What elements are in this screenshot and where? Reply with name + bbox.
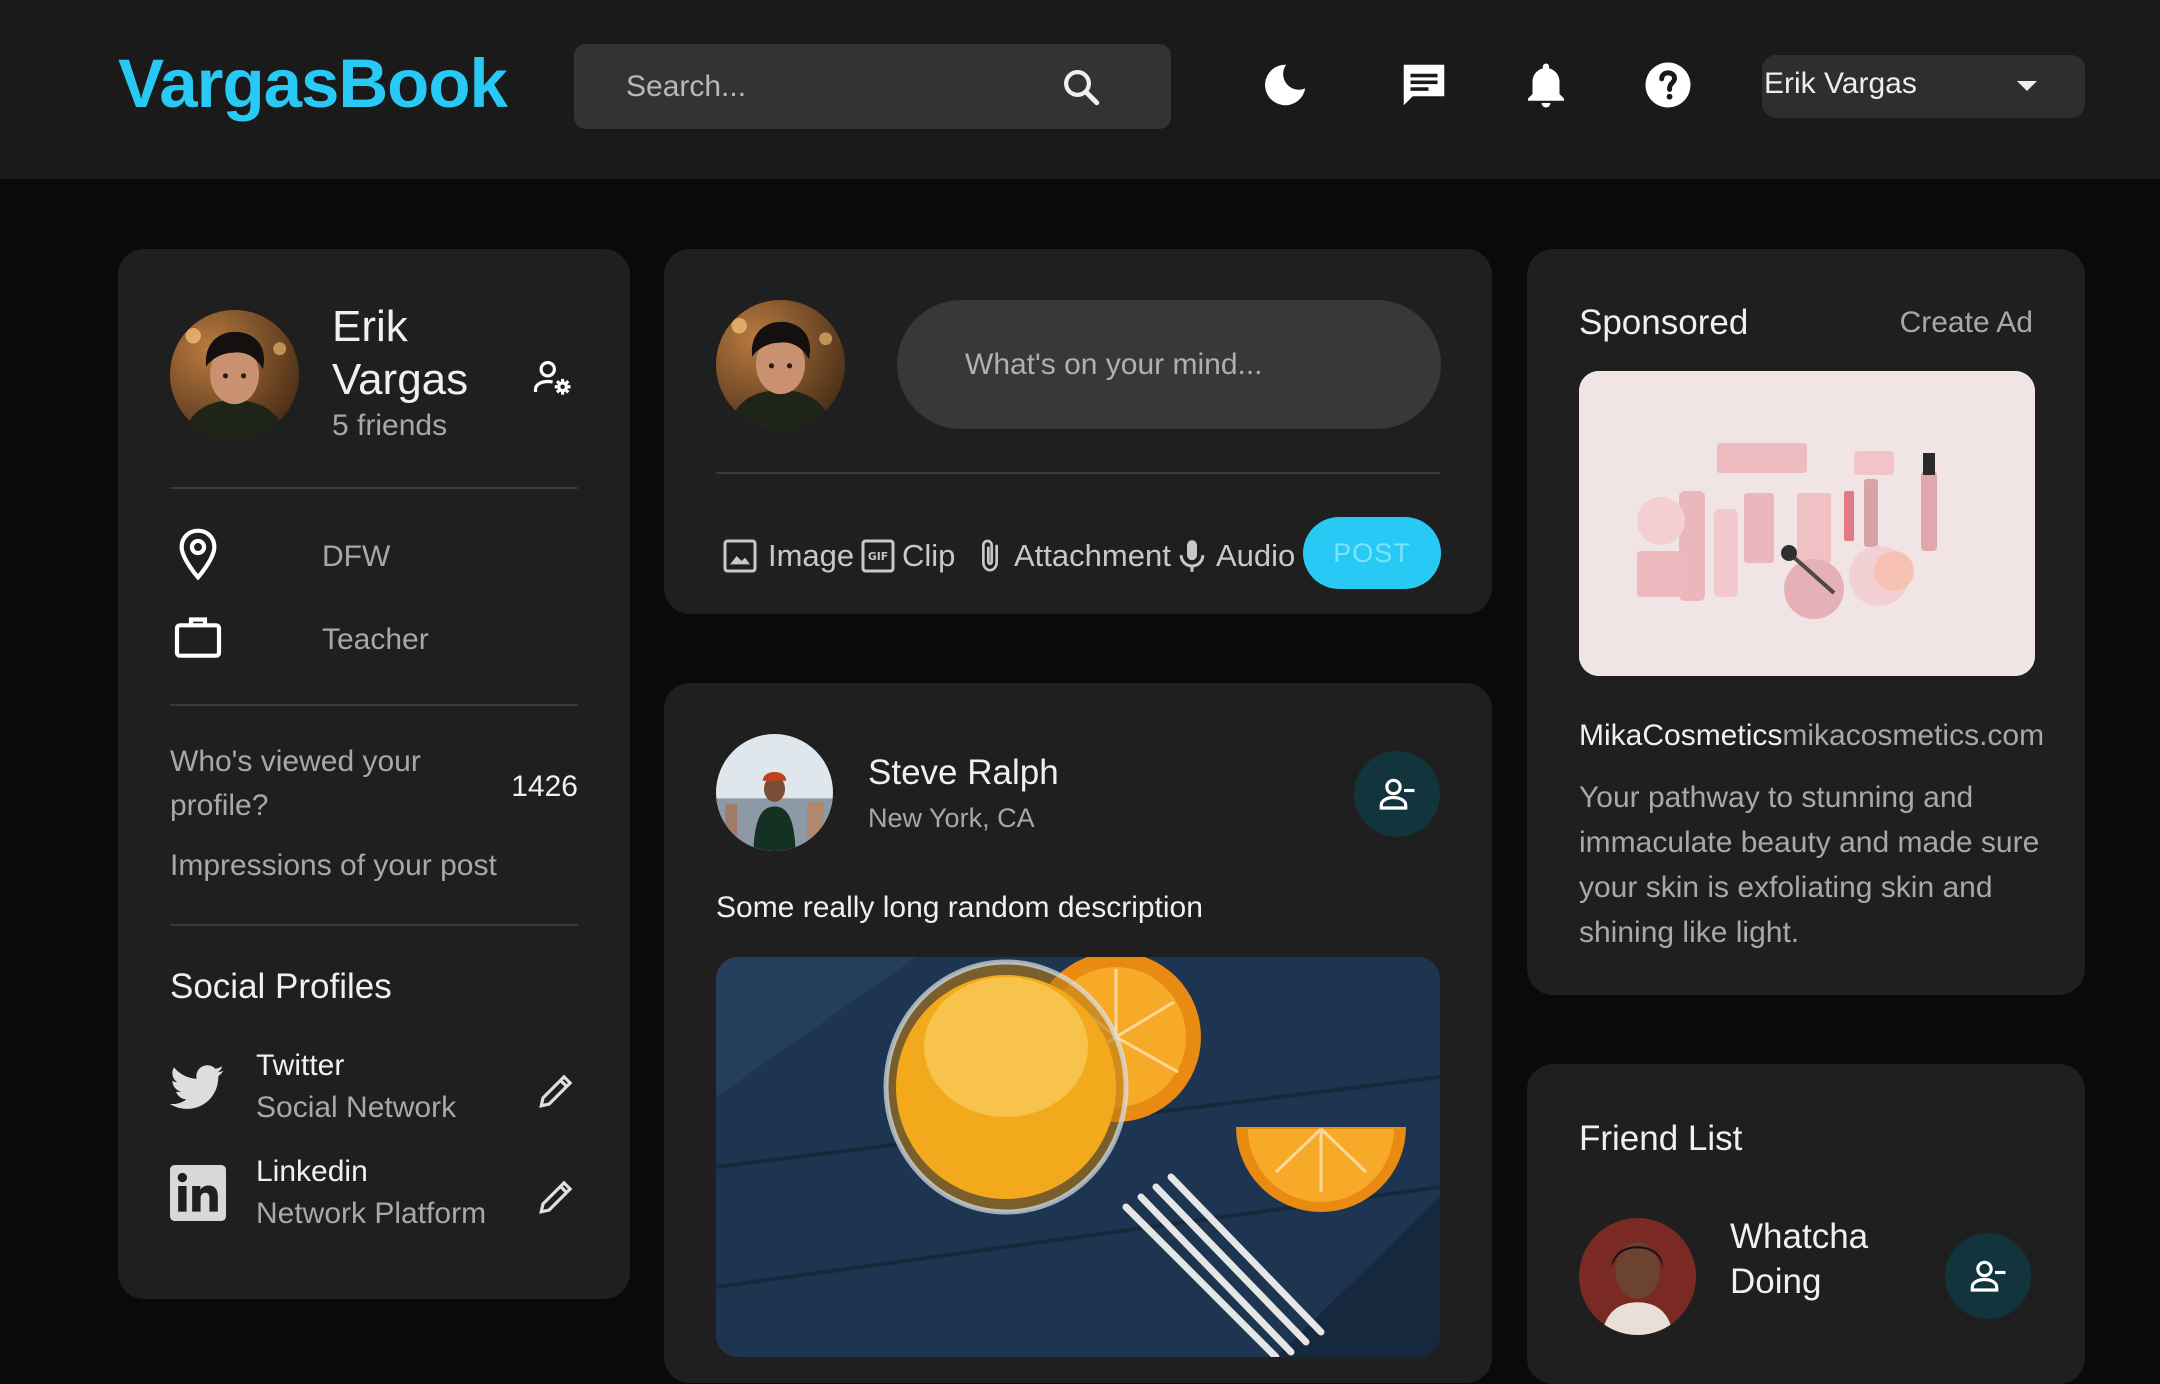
svg-text:GIF: GIF (868, 550, 888, 563)
profile-views-value: 1426 (511, 770, 578, 803)
location-pin-icon (179, 528, 217, 581)
profile-friends-count: 5 friends (332, 409, 448, 442)
profile-card: Erik Vargas 5 friends DFW Teacher Who's … (118, 249, 630, 1299)
top-navbar: VargasBook Erik Vargas (0, 0, 2160, 179)
remove-friend-button[interactable] (1354, 751, 1440, 837)
edit-pencil-icon[interactable] (536, 1175, 578, 1217)
ad-url-link[interactable]: mikacosmetics.com (1782, 719, 2044, 752)
image-icon (723, 539, 757, 573)
friend-list-card: Friend List Whatcha Doing (1527, 1064, 2085, 1384)
sponsored-card: Sponsored Create Ad MikaCosmeticsmikacos… (1527, 249, 2085, 995)
location-text: DFW (322, 540, 391, 573)
search-input[interactable] (626, 44, 1066, 129)
profile-avatar[interactable] (170, 310, 299, 439)
app-logo[interactable]: VargasBook (118, 44, 508, 123)
search-box (574, 44, 1171, 129)
gif-icon: GIF (861, 539, 895, 573)
post-author-name[interactable]: Steve Ralph (868, 753, 1059, 793)
edit-pencil-icon[interactable] (536, 1069, 578, 1111)
occupation-text: Teacher (322, 623, 429, 656)
social-name: Linkedin (256, 1155, 368, 1188)
tool-label: Attachment (1014, 538, 1171, 573)
tool-label: Clip (902, 538, 956, 573)
ad-image-cosmetics[interactable] (1579, 371, 2035, 676)
post-button[interactable]: POST (1303, 517, 1441, 589)
post-image-orange-juice[interactable] (716, 957, 1440, 1357)
moon-icon[interactable] (1258, 58, 1312, 112)
divider (716, 472, 1440, 474)
social-name: Twitter (256, 1049, 345, 1082)
linkedin-icon (170, 1165, 226, 1221)
compose-avatar[interactable] (716, 300, 845, 429)
post-author-location: New York, CA (868, 803, 1035, 833)
ad-brand: MikaCosmetics (1579, 719, 1783, 752)
profile-views-label: Who's viewed your profile? (170, 745, 421, 822)
social-profiles-title: Social Profiles (170, 967, 392, 1006)
message-icon[interactable] (1397, 58, 1451, 112)
tool-attachment[interactable]: Attachment (970, 532, 1171, 580)
post-author-avatar[interactable] (716, 734, 833, 851)
manage-account-icon[interactable] (532, 357, 574, 399)
social-profile-linkedin: Linkedin Network Platform (170, 1155, 578, 1245)
person-remove-icon (1379, 778, 1415, 810)
divider (170, 924, 578, 926)
user-menu-select[interactable]: Erik Vargas (1762, 55, 2085, 118)
friend-avatar[interactable] (1579, 1218, 1696, 1335)
user-menu-name: Erik Vargas (1764, 67, 1917, 100)
person-remove-icon (1970, 1260, 2006, 1292)
mic-icon (1179, 540, 1205, 572)
tool-label: Audio (1216, 538, 1296, 573)
sponsored-title: Sponsored (1579, 303, 1749, 342)
friend-name[interactable]: Whatcha Doing (1730, 1214, 1920, 1304)
post-impressions-label: Impressions of your post (170, 849, 497, 882)
post-card: Steve Ralph New York, CA Some really lon… (664, 683, 1492, 1383)
divider (170, 704, 578, 706)
social-type: Social Network (256, 1091, 457, 1124)
tool-image[interactable]: Image (720, 532, 854, 580)
remove-friend-button[interactable] (1945, 1233, 2031, 1319)
tool-clip[interactable]: GIF Clip (858, 532, 958, 580)
create-ad-link[interactable]: Create Ad (1900, 306, 2033, 340)
briefcase-icon (174, 617, 222, 658)
friend-list-title: Friend List (1579, 1119, 1743, 1158)
bell-icon[interactable] (1519, 58, 1573, 112)
help-icon[interactable] (1641, 58, 1695, 112)
caret-down-icon (2017, 81, 2037, 91)
social-profile-twitter: Twitter Social Network (170, 1049, 578, 1139)
tool-label: Image (768, 538, 855, 573)
divider (170, 487, 578, 489)
ad-brand-line: MikaCosmeticsmikacosmetics.com (1579, 719, 2044, 753)
social-type: Network Platform (256, 1197, 487, 1230)
ad-description: Your pathway to stunning and immaculate … (1579, 781, 2040, 949)
twitter-icon (170, 1065, 224, 1109)
compose-post-card: Image GIF Clip Attachment Audio POST (664, 249, 1492, 614)
tool-audio[interactable]: Audio (1172, 532, 1300, 580)
search-icon[interactable] (1060, 66, 1102, 108)
profile-name[interactable]: Erik Vargas (332, 300, 512, 406)
paperclip-icon (982, 539, 998, 572)
whats-on-your-mind-input[interactable] (897, 300, 1441, 429)
post-description: Some really long random description (716, 891, 1203, 924)
